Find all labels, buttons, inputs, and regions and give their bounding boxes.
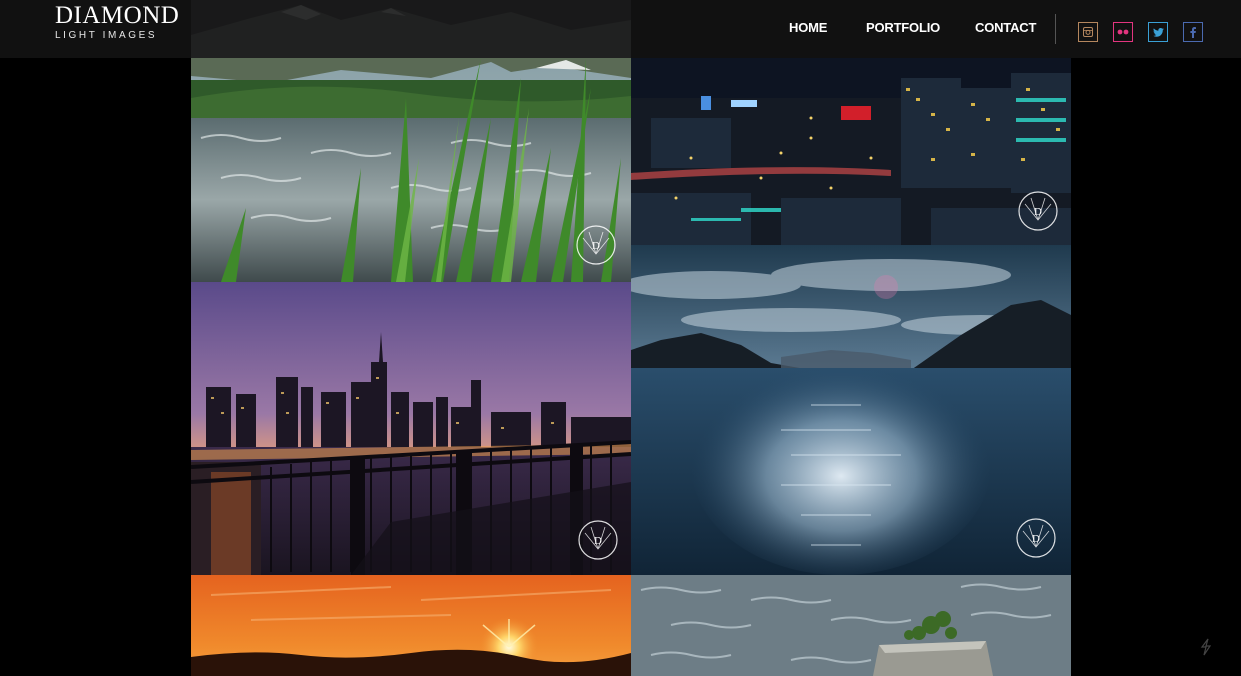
gallery-photo-lake[interactable]: D bbox=[191, 58, 631, 282]
flickr-button[interactable] bbox=[1113, 22, 1133, 42]
flickr-icon bbox=[1117, 29, 1129, 35]
scroll-indicator-icon[interactable] bbox=[1199, 638, 1213, 656]
watermark-letter: D bbox=[1034, 206, 1042, 218]
moonlit-sea-photo bbox=[631, 245, 1071, 575]
diamond-watermark-icon: D bbox=[577, 519, 619, 561]
site-logo[interactable]: DIAMOND LIGHT IMAGES bbox=[55, 2, 180, 42]
water-pillar-photo bbox=[631, 575, 1071, 676]
watermark-letter: D bbox=[592, 240, 600, 252]
nav-contact-link[interactable]: CONTACT bbox=[975, 20, 1036, 35]
instagram-button[interactable] bbox=[1078, 22, 1098, 42]
nav-home-link[interactable]: HOME bbox=[789, 20, 827, 35]
logo-name: DIAMOND bbox=[55, 2, 180, 29]
skyline-dusk-photo bbox=[191, 282, 631, 575]
facebook-icon bbox=[1190, 26, 1196, 38]
gallery-photo-skyline[interactable]: D bbox=[191, 282, 631, 575]
gallery-photo-sunset[interactable] bbox=[191, 575, 631, 676]
nav-portfolio-link[interactable]: PORTFOLIO bbox=[866, 20, 940, 35]
gallery-photo-water[interactable] bbox=[631, 575, 1071, 676]
sunset-photo bbox=[191, 575, 631, 676]
gallery-photo-city-night[interactable]: D bbox=[631, 58, 1071, 245]
watermark-letter: D bbox=[594, 535, 602, 547]
instagram-icon bbox=[1083, 27, 1093, 37]
diamond-watermark-icon: D bbox=[1017, 190, 1059, 232]
nav-divider bbox=[1055, 14, 1056, 44]
city-night-photo bbox=[631, 58, 1071, 245]
twitter-icon bbox=[1152, 27, 1164, 37]
logo-tagline: LIGHT IMAGES bbox=[55, 30, 158, 41]
site-header: DIAMOND LIGHT IMAGES HOME PORTFOLIO CONT… bbox=[0, 0, 1241, 58]
twitter-button[interactable] bbox=[1148, 22, 1168, 42]
lake-grass-photo bbox=[191, 58, 631, 282]
diamond-watermark-icon: D bbox=[1015, 517, 1057, 559]
gallery-photo-sea[interactable]: D bbox=[631, 245, 1071, 575]
diamond-watermark-icon: D bbox=[575, 224, 617, 266]
facebook-button[interactable] bbox=[1183, 22, 1203, 42]
watermark-letter: D bbox=[1032, 533, 1040, 545]
